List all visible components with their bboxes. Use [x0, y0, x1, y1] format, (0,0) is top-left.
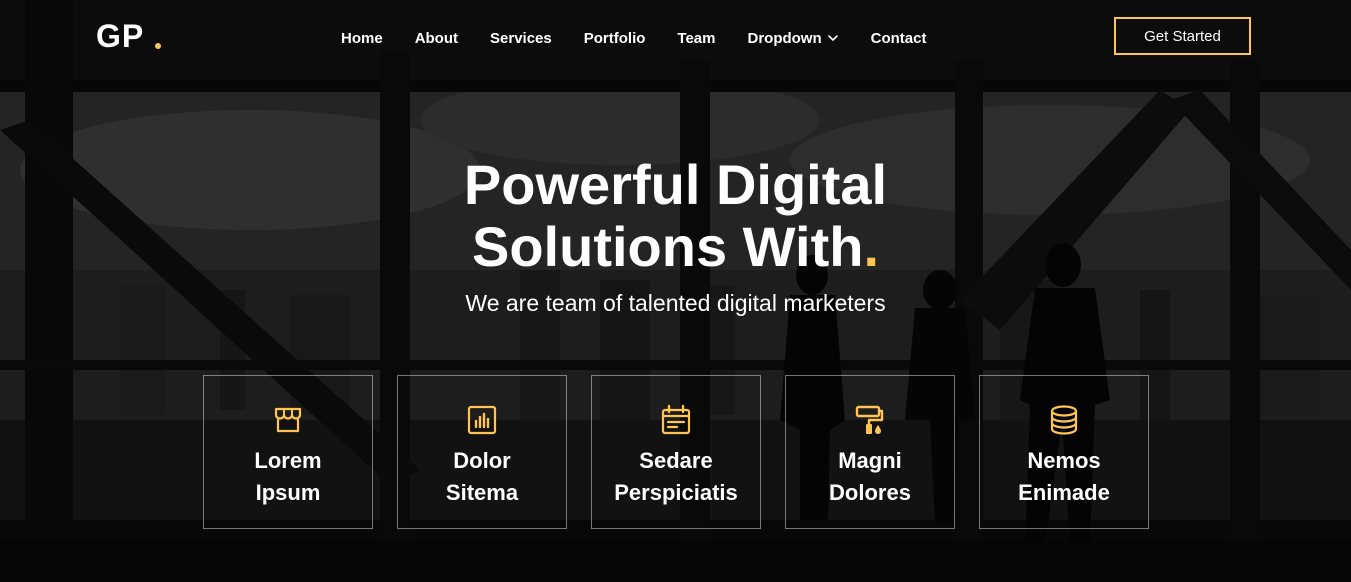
icon-box-title: Dolor Sitema — [407, 445, 557, 509]
nav-services[interactable]: Services — [490, 30, 552, 47]
nav-dropdown-label: Dropdown — [747, 29, 822, 47]
icon-boxes: Lorem Ipsum Dolor Sitema Sedare Perspici… — [203, 375, 1149, 529]
hero-title: Powerful Digital Solutions With. — [0, 154, 1351, 278]
hero-title-line1: Powerful Digital — [463, 153, 888, 216]
bar-chart-icon — [467, 405, 497, 435]
icon-box-title-line1: Lorem — [254, 448, 322, 473]
logo[interactable]: GP — [96, 18, 144, 55]
hero-title-line2: Solutions With — [472, 215, 864, 278]
icon-box-title: Magni Dolores — [795, 445, 945, 509]
icon-box-title-line1: Sedare — [639, 448, 713, 473]
icon-box-title-line1: Magni — [838, 448, 902, 473]
icon-box-lorem-ipsum[interactable]: Lorem Ipsum — [203, 375, 373, 529]
calendar-icon — [661, 404, 691, 435]
paint-roller-icon — [855, 405, 884, 434]
icon-box-title-line1: Dolor — [453, 448, 511, 473]
icon-box-sedare-perspiciatis[interactable]: Sedare Perspiciatis — [591, 375, 761, 529]
icon-box-title-line1: Nemos — [1027, 448, 1101, 473]
icon-box-magni-dolores[interactable]: Magni Dolores — [785, 375, 955, 529]
store-icon — [274, 407, 302, 433]
icon-box-title-line2: Dolores — [829, 480, 911, 505]
icon-box-title: Sedare Perspiciatis — [601, 445, 751, 509]
icon-box-title-line2: Ipsum — [255, 480, 321, 505]
hero-subtitle: We are team of talented digital marketer… — [465, 290, 886, 316]
database-icon — [1050, 405, 1078, 435]
nav-portfolio[interactable]: Portfolio — [584, 30, 646, 47]
icon-box-dolor-sitema[interactable]: Dolor Sitema — [397, 375, 567, 529]
site-header: GP Home About Services Portfolio Team Dr… — [0, 0, 1351, 75]
icon-box-title-line2: Enimade — [1018, 480, 1110, 505]
main-nav: Home About Services Portfolio Team Dropd… — [341, 27, 926, 49]
hero-section: GP Home About Services Portfolio Team Dr… — [0, 0, 1351, 582]
icon-box-title-line2: Sitema — [445, 480, 519, 505]
logo-accent-dot — [155, 43, 161, 49]
nav-dropdown[interactable]: Dropdown — [747, 30, 838, 47]
chevron-down-icon — [827, 35, 838, 41]
nav-home[interactable]: Home — [341, 30, 383, 47]
icon-box-title: Nemos Enimade — [989, 445, 1139, 509]
hero-title-accent: . — [863, 215, 879, 278]
icon-box-nemos-enimade[interactable]: Nemos Enimade — [979, 375, 1149, 529]
nav-contact[interactable]: Contact — [871, 30, 927, 47]
icon-box-title: Lorem Ipsum — [213, 445, 363, 509]
icon-box-title-line2: Perspiciatis — [614, 480, 738, 505]
get-started-button[interactable]: Get Started — [1114, 17, 1251, 55]
nav-team[interactable]: Team — [677, 30, 715, 47]
nav-about[interactable]: About — [415, 30, 458, 47]
